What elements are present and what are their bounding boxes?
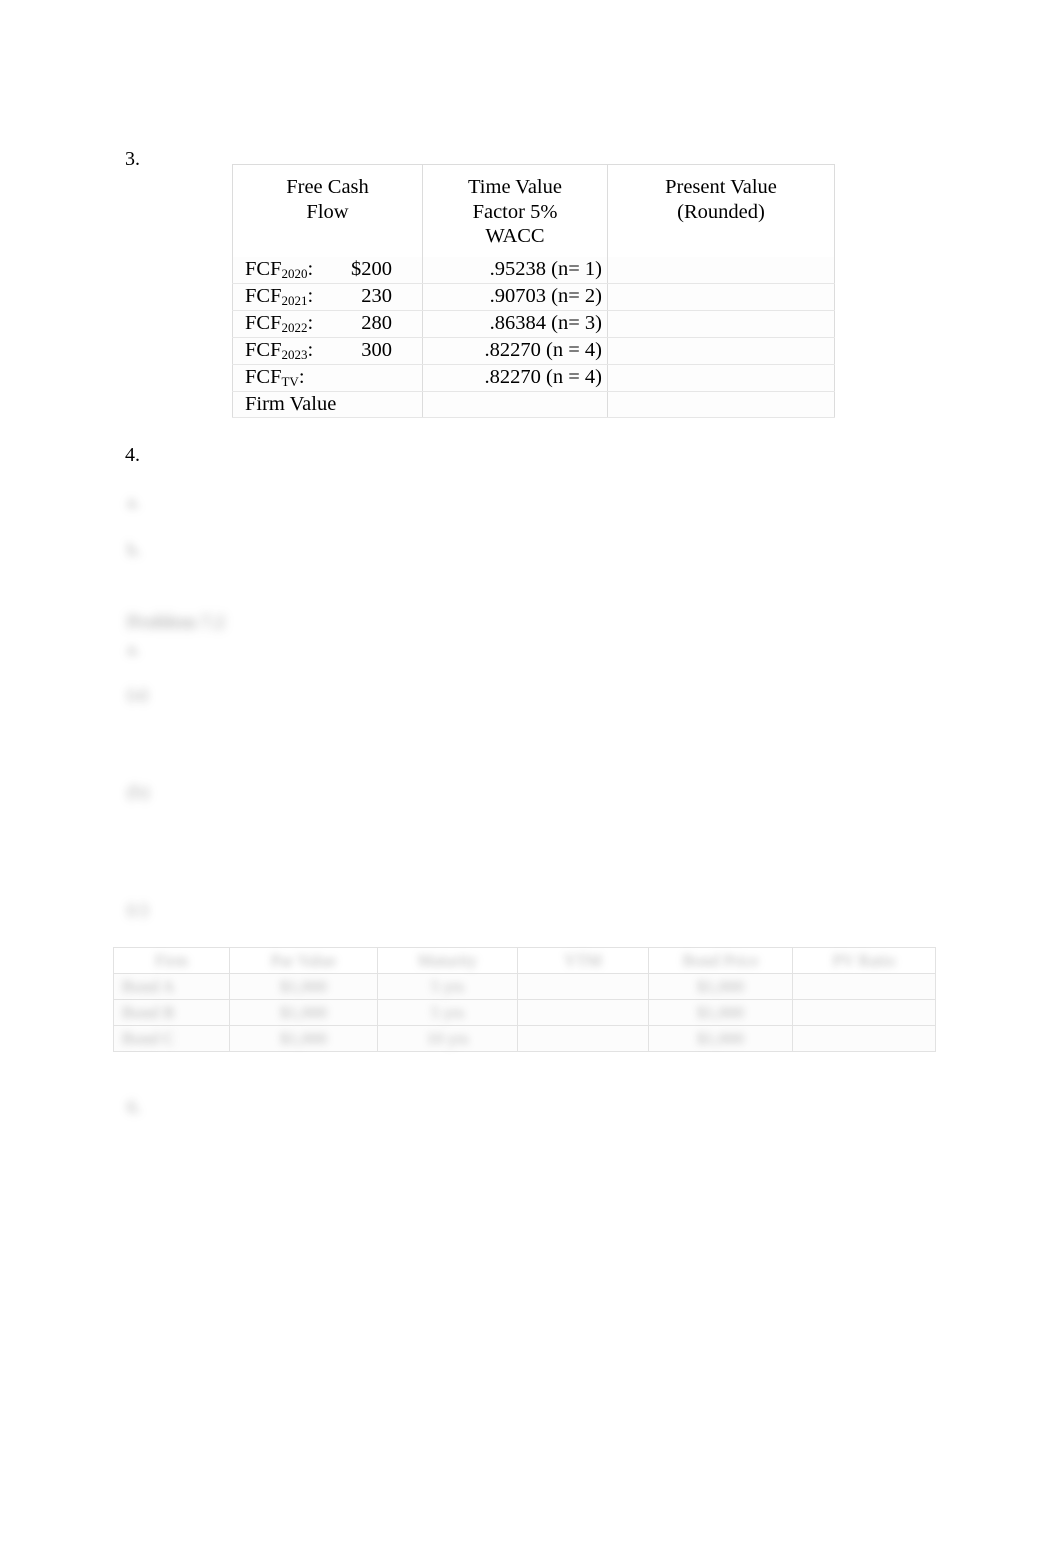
table-row: Firm Value: [232, 391, 835, 418]
fcf-prefix: FCF: [245, 284, 282, 307]
question-4-marker: 4.: [125, 444, 140, 466]
bond-cell-par: $1,000: [229, 1025, 378, 1052]
fcf-prefix: FCF: [245, 338, 282, 361]
fcf-tv-sub: TV: [281, 373, 299, 389]
bond-cell-par: $1,000: [229, 973, 378, 1000]
cell-fcf-amount-2022: 280: [361, 311, 392, 334]
cell-fcf-label-2020: FCF2020: $200: [232, 256, 423, 284]
bond-pricing-table: Firm Par Value Maturity YTM Bond Price P…: [113, 947, 936, 1052]
bond-header-par-value: Par Value: [229, 947, 378, 974]
fcf-suffix: :: [298, 365, 305, 388]
redacted-item-5a: (a): [127, 684, 149, 705]
table-row: Bond C $1,000 10 yrs $1,000: [113, 1025, 936, 1052]
bond-cell-pv-ratio[interactable]: [792, 1025, 936, 1052]
cell-firm-value-total[interactable]: [607, 391, 835, 418]
bond-cell-price: $1,000: [648, 1025, 793, 1052]
bond-header-ytm: YTM: [517, 947, 649, 974]
fcf-year-sub: 2022: [281, 319, 308, 335]
cell-factor-2020: .95238 (n= 1): [422, 256, 608, 284]
redacted-item-5b: (b): [127, 782, 150, 803]
fcf-year-sub: 2020: [281, 265, 308, 281]
bond-cell-ytm[interactable]: [517, 999, 649, 1026]
bond-cell-price: $1,000: [648, 973, 793, 1000]
cell-factor-tv: .82270 (n = 4): [422, 364, 608, 392]
cell-fcf-amount-2023: 300: [361, 338, 392, 361]
fcf-year-sub: 2023: [281, 346, 308, 362]
cell-fcf-label-2021: FCF2021: 230: [232, 283, 423, 311]
redacted-problem-heading: Problem 7.2: [127, 612, 225, 633]
redacted-item-6: 6.: [127, 1097, 142, 1118]
bond-cell-maturity: 5 yrs: [377, 999, 518, 1026]
table-row: FCF2020: $200 .95238 (n= 1): [232, 256, 835, 284]
cell-firm-value-label: Firm Value: [232, 391, 423, 418]
table-row: Bond B $1,000 5 yrs $1,000: [113, 999, 936, 1026]
cell-fcf-amount-2020: $200: [351, 257, 392, 280]
bond-cell-par: $1,000: [229, 999, 378, 1026]
bond-cell-ytm[interactable]: [517, 973, 649, 1000]
table-row: FCF2021: 230 .90703 (n= 2): [232, 283, 835, 311]
question-3-marker: 3.: [125, 148, 140, 170]
redacted-item-5c: (c): [127, 899, 149, 920]
redacted-problem-subitem: a.: [127, 639, 141, 660]
redacted-q4-item-b: b.: [127, 540, 142, 561]
fcf-prefix: FCF: [245, 257, 282, 280]
bond-cell-firm: Bond C: [113, 1025, 230, 1052]
bond-header-bond-price: Bond Price: [648, 947, 793, 974]
bond-cell-pv-ratio[interactable]: [792, 999, 936, 1026]
header-free-cash-flow: Free Cash Flow: [232, 163, 423, 257]
cell-present-value-2020[interactable]: [607, 256, 835, 284]
cell-present-value-2021[interactable]: [607, 283, 835, 311]
fcf-prefix: FCF: [245, 365, 282, 388]
table-header-row: Free Cash Flow Time Value Factor 5% WACC…: [232, 163, 835, 257]
bond-cell-firm: Bond B: [113, 999, 230, 1026]
fcf-suffix: :: [307, 311, 314, 334]
bond-cell-firm: Bond A: [113, 973, 230, 1000]
fcf-year-sub: 2021: [281, 292, 308, 308]
bond-header-maturity: Maturity: [377, 947, 518, 974]
bond-cell-pv-ratio[interactable]: [792, 973, 936, 1000]
cell-present-value-tv[interactable]: [607, 364, 835, 392]
table-row: Bond A $1,000 5 yrs $1,000: [113, 973, 936, 1000]
table-row: FCFTV: .82270 (n = 4): [232, 364, 835, 392]
cell-fcf-label-tv: FCFTV:: [232, 364, 423, 392]
cell-fcf-label-2023: FCF2023: 300: [232, 337, 423, 365]
table-header-row: Firm Par Value Maturity YTM Bond Price P…: [113, 947, 936, 974]
free-cash-flow-table: Free Cash Flow Time Value Factor 5% WACC…: [232, 163, 835, 418]
cell-fcf-label-2022: FCF2022: 280: [232, 310, 423, 338]
cell-present-value-2023[interactable]: [607, 337, 835, 365]
table-row: FCF2022: 280 .86384 (n= 3): [232, 310, 835, 338]
cell-present-value-2022[interactable]: [607, 310, 835, 338]
cell-factor-2021: .90703 (n= 2): [422, 283, 608, 311]
table-row: FCF2023: 300 .82270 (n = 4): [232, 337, 835, 365]
bond-cell-ytm[interactable]: [517, 1025, 649, 1052]
fcf-suffix: :: [307, 257, 314, 280]
bond-header-firm: Firm: [113, 947, 230, 974]
fcf-suffix: :: [307, 338, 314, 361]
bond-cell-maturity: 10 yrs: [377, 1025, 518, 1052]
header-present-value: Present Value (Rounded): [607, 163, 835, 257]
cell-firm-value-factor: [422, 391, 608, 418]
bond-cell-maturity: 5 yrs: [377, 973, 518, 1000]
redacted-q4-item-a: a.: [127, 492, 141, 513]
bond-header-pv-ratio: PV Ratio: [792, 947, 936, 974]
cell-factor-2022: .86384 (n= 3): [422, 310, 608, 338]
bond-cell-price: $1,000: [648, 999, 793, 1026]
fcf-prefix: FCF: [245, 311, 282, 334]
cell-factor-2023: .82270 (n = 4): [422, 337, 608, 365]
fcf-suffix: :: [307, 284, 314, 307]
document-page: 3. Free Cash Flow Time Value Factor 5% W…: [0, 0, 1062, 1556]
cell-fcf-amount-2021: 230: [361, 284, 392, 307]
header-time-value-factor: Time Value Factor 5% WACC: [422, 163, 608, 257]
